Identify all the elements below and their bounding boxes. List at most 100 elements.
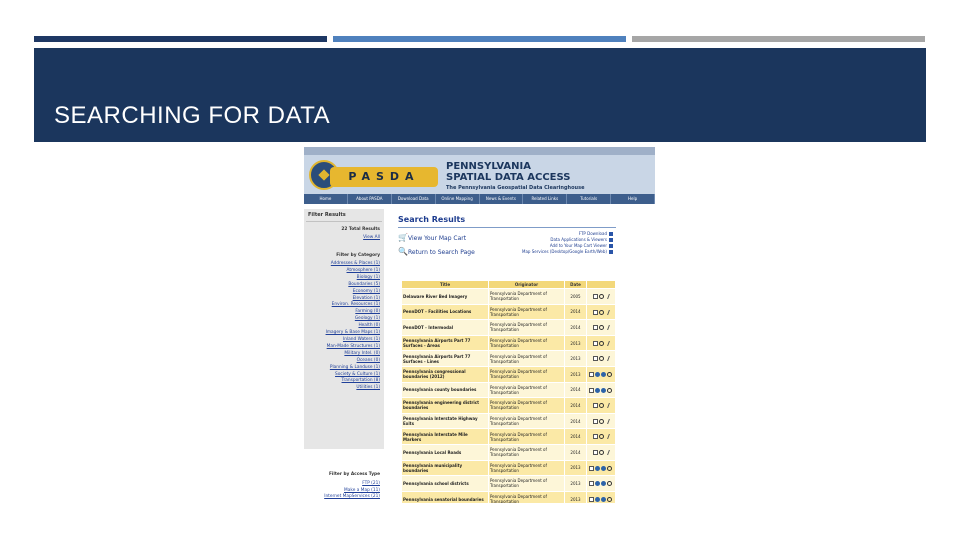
nav-online-mapping[interactable]: Online Mapping	[436, 194, 480, 204]
globe-icon[interactable]	[600, 496, 606, 502]
dataset-title-link[interactable]: Delaware River Bed Imagery	[401, 288, 489, 305]
nav-related-links[interactable]: Related Links	[523, 194, 568, 204]
download-icon[interactable]	[593, 449, 598, 455]
category-filter-link[interactable]: Man-Made Structures (1)	[326, 344, 380, 351]
category-filter-link[interactable]: Utilities (1)	[326, 385, 380, 392]
view-icon[interactable]	[606, 496, 612, 502]
category-filter-link[interactable]: Biology (1)	[326, 275, 380, 282]
dataset-actions	[586, 397, 616, 414]
link-icon[interactable]	[604, 294, 610, 300]
link-icon[interactable]	[611, 387, 615, 393]
column-header-originator[interactable]: Originator	[488, 280, 565, 289]
category-filter-link[interactable]: Boundaries (5)	[326, 282, 380, 289]
globe-icon[interactable]	[594, 481, 600, 487]
view-icon[interactable]	[606, 372, 612, 378]
nav-about[interactable]: About PASDA	[348, 194, 392, 204]
link-icon[interactable]	[604, 403, 610, 409]
download-icon[interactable]	[588, 496, 594, 502]
dataset-title-link[interactable]: Pennsylvania Airports Part 77 Surfaces -…	[401, 334, 489, 352]
nav-home[interactable]: Home	[304, 194, 348, 204]
link-icon[interactable]	[604, 356, 610, 362]
download-icon[interactable]	[593, 418, 598, 424]
download-icon[interactable]	[593, 356, 598, 362]
globe-icon[interactable]	[594, 496, 600, 502]
view-map-cart-link[interactable]: 🛒View Your Map Cart	[398, 233, 466, 242]
access-type-filter-link[interactable]: FTP (21)	[324, 481, 380, 488]
category-filter-link[interactable]: Imagery & Base Maps (1)	[326, 330, 380, 337]
category-filter-link[interactable]: Military Intel. (0)	[326, 351, 380, 358]
category-heading: Filter by Category	[336, 253, 380, 258]
nav-help[interactable]: Help	[611, 194, 655, 204]
link-icon[interactable]	[611, 496, 615, 502]
category-filter-link[interactable]: Atmosphere (1)	[326, 268, 380, 275]
table-row: Pennsylvania Airports Part 77 Surfaces -…	[401, 334, 616, 352]
dataset-date: 2013	[564, 459, 587, 477]
link-icon[interactable]	[611, 372, 615, 378]
dataset-title-link[interactable]: Pennsylvania municipality boundaries	[401, 459, 489, 477]
column-header-date[interactable]: Date	[564, 280, 587, 289]
nav-download[interactable]: Download Data	[392, 194, 436, 204]
download-icon[interactable]	[588, 481, 594, 487]
category-filter-link[interactable]: Economy (1)	[326, 289, 380, 296]
view-icon[interactable]	[606, 387, 612, 393]
dataset-title-link[interactable]: PennDOT - Facilities Locations	[401, 303, 489, 321]
legend-cart: Add to Your Map Cart Viewer	[550, 243, 613, 248]
dataset-date: 2014	[564, 412, 587, 430]
category-filter-link[interactable]: Addresses & Places (1)	[326, 261, 380, 268]
download-icon[interactable]	[588, 372, 594, 378]
download-icon[interactable]	[588, 465, 594, 471]
download-icon[interactable]	[588, 387, 594, 393]
globe-icon[interactable]	[600, 465, 606, 471]
dataset-title-link[interactable]: Pennsylvania congressional boundaries (2…	[401, 365, 489, 383]
dataset-title-link[interactable]: Pennsylvania Interstate Highway Exits	[401, 412, 489, 430]
link-icon[interactable]	[604, 325, 610, 331]
link-icon[interactable]	[611, 481, 615, 487]
globe-icon[interactable]	[594, 372, 600, 378]
globe-icon[interactable]	[594, 465, 600, 471]
dataset-title-link[interactable]: Pennsylvania Interstate Mile Markers	[401, 428, 489, 445]
dataset-actions	[586, 303, 616, 321]
site-logo[interactable]: PASDA	[330, 167, 438, 187]
dataset-title-link[interactable]: Pennsylvania county boundaries	[401, 381, 489, 399]
download-icon[interactable]	[593, 325, 598, 331]
category-filter-link[interactable]: Inland Waters (1)	[326, 337, 380, 344]
site-tagline: The Pennsylvania Geospatial Data Clearin…	[446, 185, 585, 191]
dataset-date: 2014	[564, 303, 587, 321]
dataset-title-link[interactable]: Pennsylvania senatorial boundaries	[401, 490, 489, 503]
globe-icon[interactable]	[600, 387, 606, 393]
dataset-date: 2013	[564, 475, 587, 492]
dataset-title-link[interactable]: Pennsylvania school districts	[401, 475, 489, 492]
divider	[398, 227, 616, 228]
nav-tutorials[interactable]: Tutorials	[567, 194, 612, 204]
nav-news[interactable]: News & Events	[480, 194, 524, 204]
access-type-filter-link[interactable]: Internet MapServices (21)	[324, 494, 380, 501]
dataset-title-link[interactable]: Pennsylvania Airports Part 77 Surfaces -…	[401, 350, 489, 367]
dataset-title-link[interactable]: Pennsylvania Local Roads	[401, 443, 489, 461]
view-icon[interactable]	[606, 465, 612, 471]
column-header-title[interactable]: Title	[401, 280, 489, 289]
link-icon[interactable]	[604, 434, 610, 440]
download-icon[interactable]	[593, 434, 598, 440]
view-icon[interactable]	[606, 481, 612, 487]
globe-icon[interactable]	[600, 372, 606, 378]
accent-bar-dark	[34, 36, 327, 42]
globe-icon[interactable]	[600, 481, 606, 487]
dataset-title-link[interactable]: PennDOT - Intermodal	[401, 319, 489, 336]
category-filter-link[interactable]: Planning & Landuse (1)	[326, 365, 380, 372]
dataset-date: 2014	[564, 319, 587, 336]
link-icon[interactable]	[604, 418, 610, 424]
category-filter-link[interactable]: Oceans (0)	[326, 358, 380, 365]
return-search-link[interactable]: 🔍Return to Search Page	[398, 247, 475, 256]
globe-icon[interactable]	[594, 387, 600, 393]
download-icon[interactable]	[593, 340, 598, 346]
link-icon[interactable]	[604, 309, 610, 315]
download-icon[interactable]	[593, 403, 598, 409]
link-icon[interactable]	[604, 340, 610, 346]
download-icon[interactable]	[593, 294, 598, 300]
view-all-link[interactable]: View All	[363, 235, 380, 240]
link-icon[interactable]	[611, 465, 615, 471]
link-icon[interactable]	[604, 449, 610, 455]
download-icon[interactable]	[593, 309, 598, 315]
dataset-actions	[586, 381, 616, 399]
dataset-title-link[interactable]: Pennsylvania engineering district bounda…	[401, 397, 489, 414]
